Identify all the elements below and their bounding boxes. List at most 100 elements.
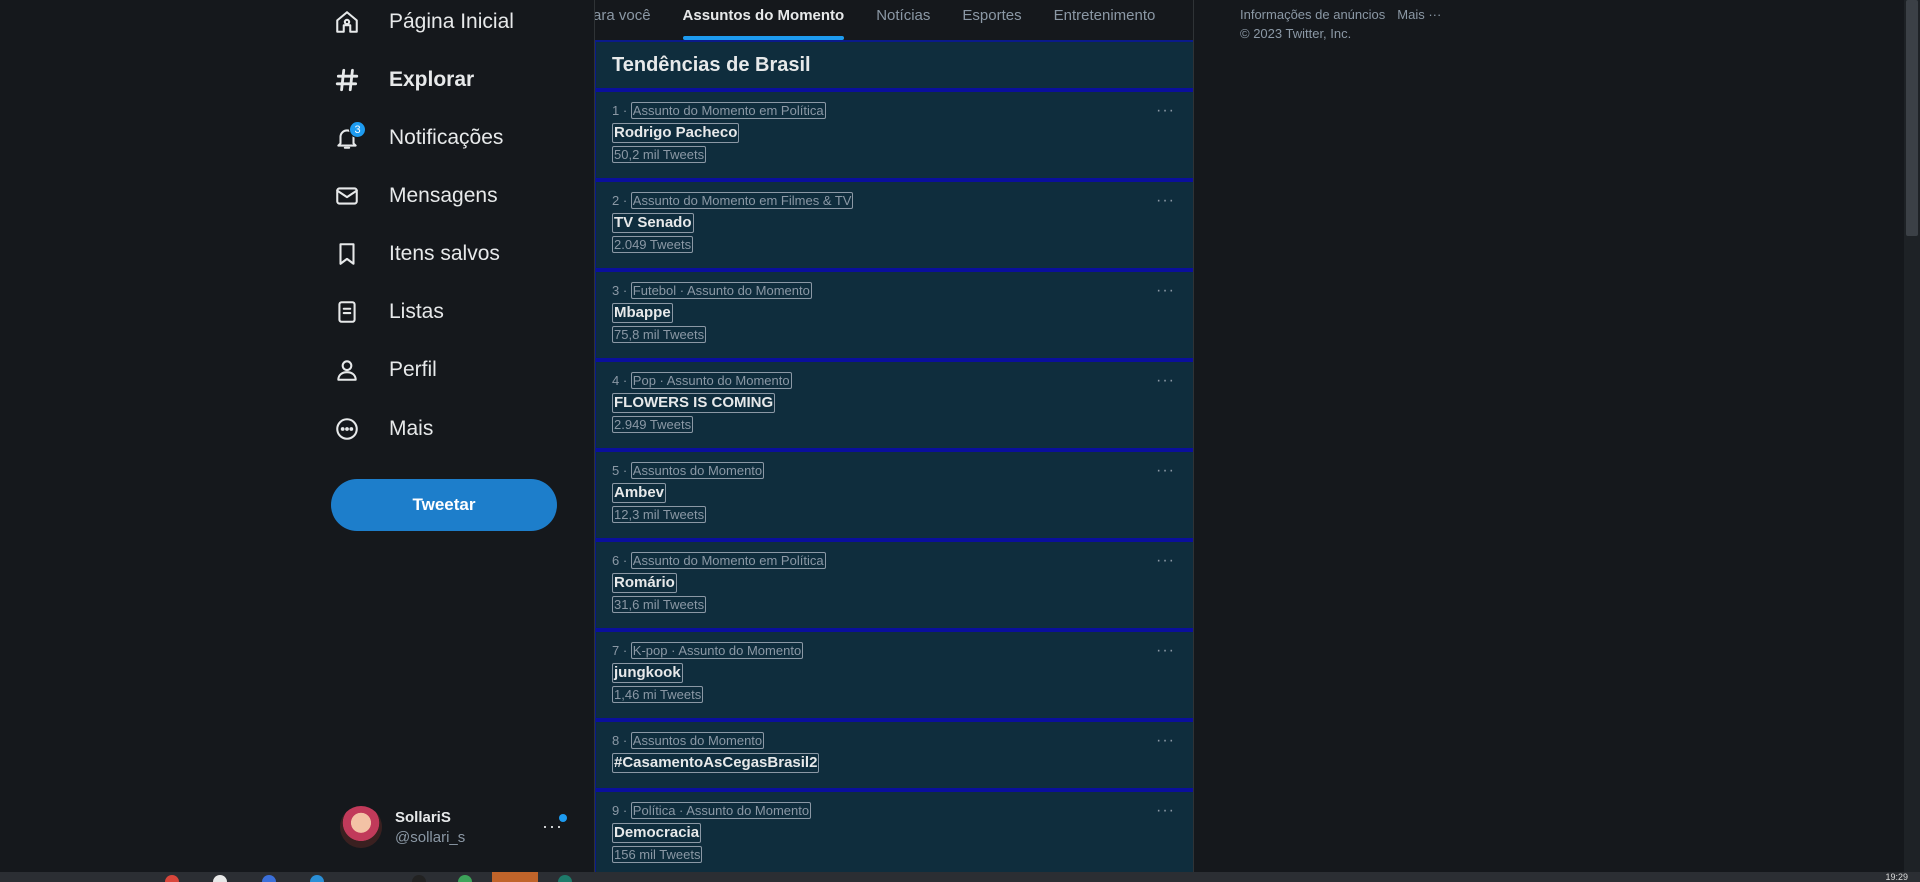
trend-context: Assunto do Momento em Política — [630, 552, 826, 569]
trend-item[interactable]: 9 · Política · Assunto do Momento Democr… — [596, 792, 1193, 882]
trend-rank: 4 · — [612, 373, 628, 388]
nav-bookmarks-label: Itens salvos — [389, 242, 500, 265]
trend-name: Ambev — [612, 483, 667, 503]
chrome-taskbar-icon[interactable] — [165, 875, 179, 882]
tweet-button[interactable]: Tweetar — [331, 479, 557, 531]
tab-entertainment[interactable]: Entretenimento — [1038, 0, 1172, 42]
os-taskbar: 19:29 — [0, 872, 1920, 882]
app-taskbar-icon[interactable] — [558, 875, 572, 882]
account-name: SollariS — [395, 808, 451, 826]
trend-more-icon[interactable]: ··· — [1156, 192, 1175, 210]
trend-name: #CasamentoAsCegasBrasil2 — [612, 753, 820, 773]
nav-notifications[interactable]: 3 Notificações — [330, 118, 503, 158]
nav-bookmarks[interactable]: Itens salvos — [330, 234, 500, 274]
more-circle-icon — [330, 412, 364, 446]
trends-list: Tendências de Brasil 1 · Assunto do Mome… — [595, 40, 1193, 882]
tab-sports[interactable]: Esportes — [946, 0, 1037, 42]
trend-more-icon[interactable]: ··· — [1156, 372, 1175, 390]
trend-name: Romário — [612, 573, 677, 593]
mail-icon — [330, 179, 364, 213]
trend-context: Futebol · Assunto do Momento — [630, 282, 812, 299]
trend-count: 156 mil Tweets — [612, 846, 703, 863]
trend-context: Assuntos do Momento — [630, 732, 765, 749]
app-taskbar-icon[interactable] — [412, 875, 426, 882]
trend-item[interactable]: 8 · Assuntos do Momento #CasamentoAsCega… — [596, 722, 1193, 792]
trend-name: Mbappe — [612, 303, 673, 323]
nav-notifications-label: Notificações — [389, 126, 504, 149]
trend-item[interactable]: 3 · Futebol · Assunto do Momento Mbappe … — [596, 272, 1193, 362]
account-switcher[interactable]: SollariS @sollari_s ··· — [340, 802, 575, 852]
trend-context: Pop · Assunto do Momento — [630, 372, 792, 389]
nav-home-label: Página Inicial — [389, 10, 514, 33]
notification-count-badge: 3 — [349, 121, 366, 138]
tab-news[interactable]: Notícias — [860, 0, 946, 42]
trend-rank: 5 · — [612, 463, 628, 478]
app-taskbar-icon[interactable] — [213, 875, 227, 882]
active-taskbar-icon[interactable] — [492, 872, 538, 882]
trend-count: 75,8 mil Tweets — [612, 326, 707, 343]
app-taskbar-icon[interactable] — [458, 875, 472, 882]
trend-item[interactable]: 7 · K-pop · Assunto do Momento jungkook … — [596, 632, 1193, 722]
nav-explore-label: Explorar — [389, 68, 475, 91]
trend-name: TV Senado — [612, 213, 694, 233]
tab-for-you[interactable]: Para você — [595, 0, 667, 42]
nav-explore[interactable]: Explorar — [330, 60, 474, 100]
trend-count: 12,3 mil Tweets — [612, 506, 707, 523]
edge-taskbar-icon[interactable] — [310, 875, 324, 882]
nav-home[interactable]: Página Inicial — [330, 2, 514, 42]
trend-more-icon[interactable]: ··· — [1156, 642, 1175, 660]
trend-rank: 6 · — [612, 553, 628, 568]
nav-messages[interactable]: Mensagens — [330, 176, 498, 216]
twitter-explore-page: Página Inicial Explorar 3 Notificações M… — [0, 0, 1920, 882]
trend-rank: 7 · — [612, 643, 628, 658]
trend-count: 31,6 mil Tweets — [612, 596, 707, 613]
bookmark-icon — [330, 237, 364, 271]
person-icon — [330, 353, 364, 387]
taskbar-clock: 19:29 — [1885, 872, 1908, 882]
trend-more-icon[interactable]: ··· — [1156, 732, 1175, 750]
ads-info-link[interactable]: Informações de anúncios — [1240, 7, 1385, 22]
trend-name: Democracia — [612, 823, 702, 843]
trend-count: 2.049 Tweets — [612, 236, 694, 253]
trend-item[interactable]: 2 · Assunto do Momento em Filmes & TV TV… — [596, 182, 1193, 272]
browser-taskbar-icon[interactable] — [262, 875, 276, 882]
trend-rank: 9 · — [612, 803, 628, 818]
trend-more-icon[interactable]: ··· — [1156, 802, 1175, 820]
trend-context: K-pop · Assunto do Momento — [630, 642, 804, 659]
avatar — [340, 806, 382, 848]
trend-item[interactable]: 4 · Pop · Assunto do Momento FLOWERS IS … — [596, 362, 1193, 452]
scrollbar-thumb[interactable] — [1906, 0, 1918, 236]
nav-profile[interactable]: Perfil — [330, 350, 437, 390]
trend-item[interactable]: 1 · Assunto do Momento em Política Rodri… — [596, 92, 1193, 182]
trend-count: 50,2 mil Tweets — [612, 146, 707, 163]
copyright: © 2023 Twitter, Inc. — [1240, 26, 1352, 41]
main-column: Para você Assuntos do Momento Notícias E… — [594, 0, 1194, 882]
trend-more-icon[interactable]: ··· — [1156, 552, 1175, 570]
trend-rank: 3 · — [612, 283, 628, 298]
trend-count: 2.949 Tweets — [612, 416, 694, 433]
nav-lists[interactable]: Listas — [330, 292, 444, 332]
hashtag-icon — [330, 63, 364, 97]
trend-name: jungkook — [612, 663, 683, 683]
trend-name: Rodrigo Pacheco — [612, 123, 740, 143]
list-icon — [330, 295, 364, 329]
page-scrollbar[interactable] — [1904, 0, 1920, 872]
nav-more[interactable]: Mais — [330, 409, 433, 449]
trend-more-icon[interactable]: ··· — [1156, 462, 1175, 480]
nav-messages-label: Mensagens — [389, 184, 498, 207]
trend-rank: 2 · — [612, 193, 628, 208]
bell-icon: 3 — [330, 121, 366, 155]
explore-tabs: Para você Assuntos do Momento Notícias E… — [595, 0, 1193, 42]
trend-more-icon[interactable]: ··· — [1156, 282, 1175, 300]
trend-context: Assunto do Momento em Filmes & TV — [630, 192, 854, 209]
trend-rank: 1 · — [612, 103, 628, 118]
trend-item[interactable]: 6 · Assunto do Momento em Política Romár… — [596, 542, 1193, 632]
footer-more-link[interactable]: Mais ··· — [1397, 7, 1441, 22]
trend-name: FLOWERS IS COMING — [612, 393, 776, 413]
trend-more-icon[interactable]: ··· — [1156, 102, 1175, 120]
tab-trending[interactable]: Assuntos do Momento — [667, 0, 861, 42]
trend-item[interactable]: 5 · Assuntos do Momento Ambev 12,3 mil T… — [596, 452, 1193, 542]
unread-dot-icon — [559, 814, 567, 822]
trend-count: 1,46 mi Tweets — [612, 686, 704, 703]
nav-lists-label: Listas — [389, 300, 444, 323]
